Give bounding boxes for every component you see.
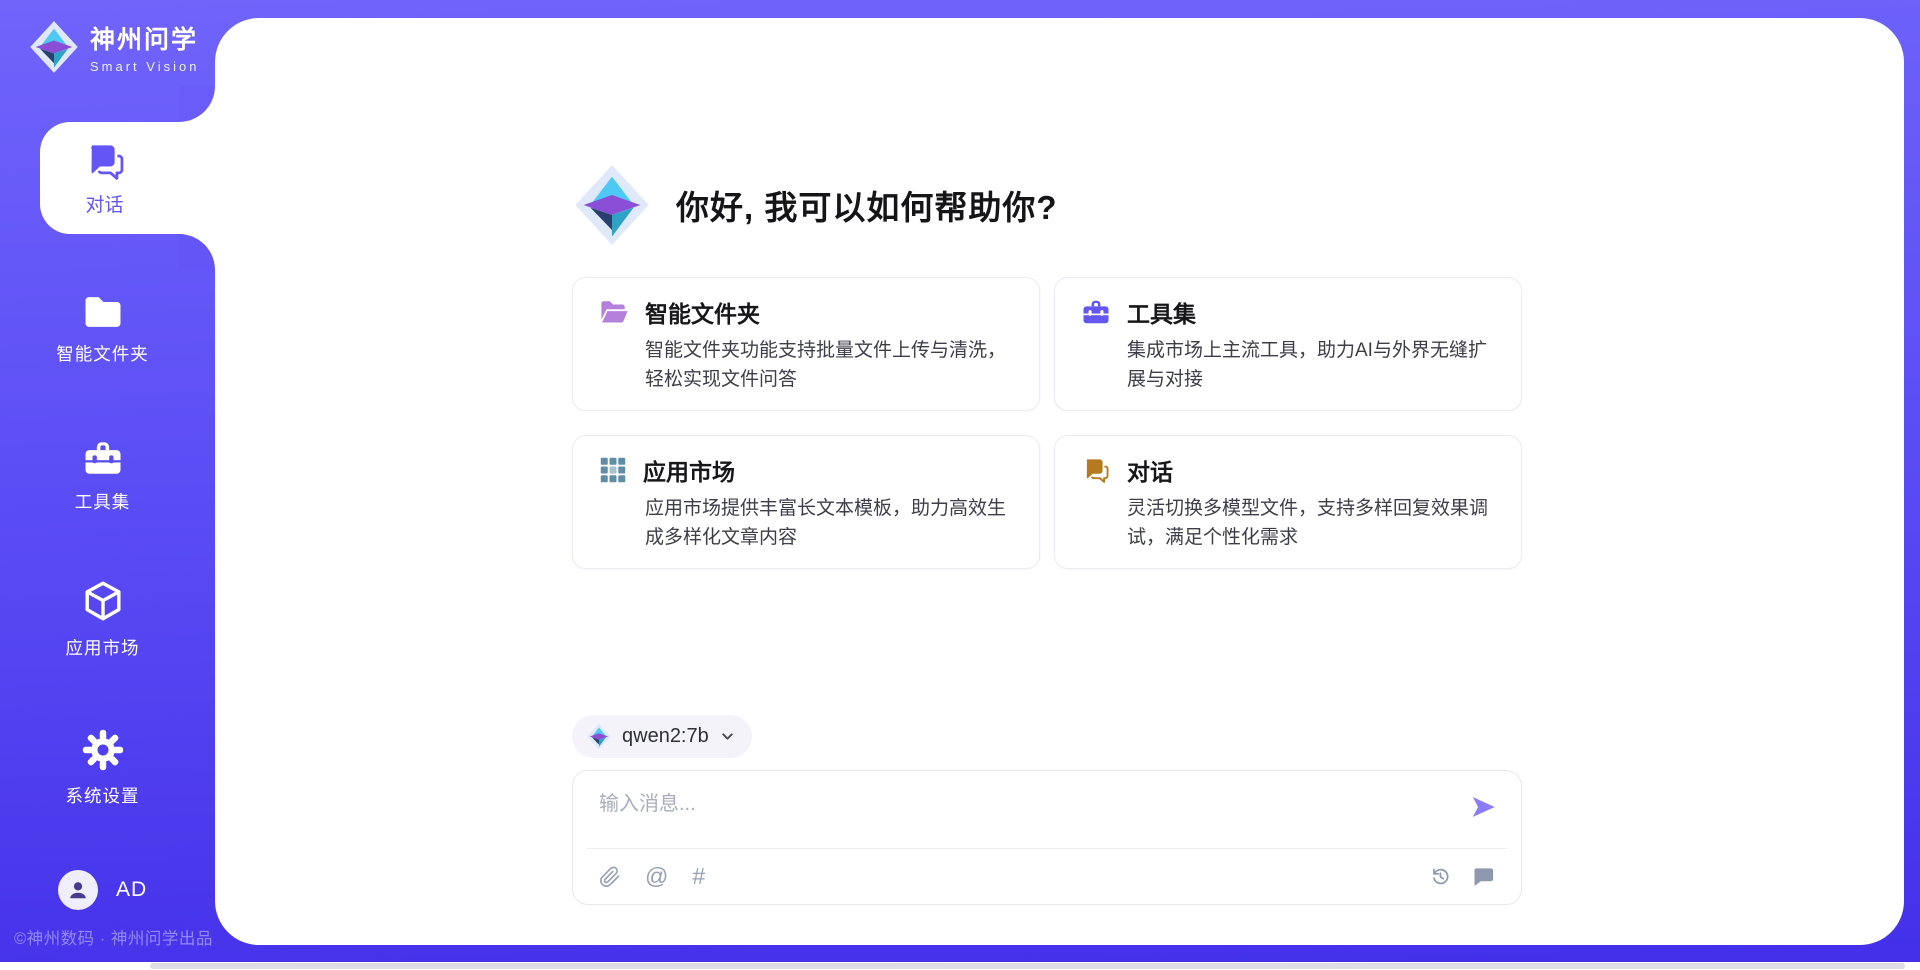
horizontal-scrollbar-thumb[interactable] xyxy=(150,963,1905,969)
sidebar-item-smart-folder[interactable]: 智能文件夹 xyxy=(0,294,205,366)
send-button[interactable] xyxy=(1469,793,1497,821)
paperclip-icon xyxy=(599,866,621,888)
main-content: 你好, 我可以如何帮助你? 智能文件夹 智能文件夹功能支持批量文件上传与清洗，轻… xyxy=(572,18,1522,945)
model-selector[interactable]: qwen2:7b xyxy=(572,715,752,758)
gear-icon xyxy=(81,728,125,772)
sidebar-item-toolset[interactable]: 工具集 xyxy=(0,438,205,514)
history-icon xyxy=(1429,865,1452,888)
at-icon[interactable]: @ xyxy=(645,865,668,888)
person-icon xyxy=(67,879,89,901)
attach-file-button[interactable] xyxy=(599,866,621,888)
user-profile[interactable]: AD xyxy=(58,870,147,910)
brand-diamond-icon xyxy=(28,20,80,74)
app-grid-icon xyxy=(599,456,627,484)
folder-icon xyxy=(82,294,124,330)
card-description: 智能文件夹功能支持批量文件上传与清洗，轻松实现文件问答 xyxy=(645,337,1013,394)
toolbox-icon xyxy=(1081,298,1111,326)
avatar xyxy=(58,870,98,910)
chat-bubble-button[interactable] xyxy=(1472,865,1495,888)
sidebar-item-settings[interactable]: 系统设置 xyxy=(0,728,205,808)
card-description: 集成市场上主流工具，助力AI与外界无缝扩展与对接 xyxy=(1127,337,1495,394)
card-title: 工具集 xyxy=(1127,295,1196,329)
history-button[interactable] xyxy=(1429,865,1452,888)
chat-bubble-icon xyxy=(1472,865,1495,888)
sidebar-item-label: 应用市场 xyxy=(66,635,140,660)
sidebar-item-chat[interactable]: 对话 xyxy=(40,122,215,234)
cube-icon xyxy=(80,578,126,624)
user-initials: AD xyxy=(116,878,147,902)
app-window: 神州问学 Smart Vision 对话 智能文件夹 xyxy=(0,0,1920,970)
card-title: 对话 xyxy=(1127,453,1173,487)
message-input[interactable] xyxy=(599,787,1451,839)
chat-icon xyxy=(1081,455,1111,485)
model-name: qwen2:7b xyxy=(622,725,709,748)
sidebar-item-label: 系统设置 xyxy=(66,783,140,808)
sidebar-item-app-market[interactable]: 应用市场 xyxy=(0,578,205,660)
hash-icon[interactable]: # xyxy=(692,865,705,888)
horizontal-scrollbar-track xyxy=(0,962,1920,970)
sidebar: 神州问学 Smart Vision 对话 智能文件夹 xyxy=(0,0,215,970)
sidebar-item-label: 对话 xyxy=(85,190,123,217)
card-title: 智能文件夹 xyxy=(645,295,760,329)
brand-diamond-icon xyxy=(572,163,652,247)
card-description: 灵活切换多模型文件，支持多样回复效果调试，满足个性化需求 xyxy=(1127,495,1495,552)
tab-fillet-bottom xyxy=(179,234,215,270)
brand-logo: 神州问学 Smart Vision xyxy=(28,20,199,74)
toolbox-icon xyxy=(82,438,124,478)
sidebar-item-label: 工具集 xyxy=(75,489,131,514)
message-input-box: @ # xyxy=(572,770,1522,905)
brand-diamond-icon xyxy=(586,723,612,750)
greeting-row: 你好, 我可以如何帮助你? xyxy=(572,163,1522,247)
card-title: 应用市场 xyxy=(643,453,735,487)
brand-subtitle: Smart Vision xyxy=(90,59,199,74)
chat-icon xyxy=(83,139,127,183)
card-smart-folder[interactable]: 智能文件夹 智能文件夹功能支持批量文件上传与清洗，轻松实现文件问答 xyxy=(572,277,1040,411)
card-app-market[interactable]: 应用市场 应用市场提供丰富长文本模板，助力高效生成多样化文章内容 xyxy=(572,435,1040,569)
card-chat[interactable]: 对话 灵活切换多模型文件，支持多样回复效果调试，满足个性化需求 xyxy=(1054,435,1522,569)
tab-fillet-top xyxy=(179,86,215,122)
brand-name: 神州问学 xyxy=(90,20,199,56)
chevron-down-icon xyxy=(719,728,736,745)
composer-toolbar: @ # xyxy=(599,849,1495,904)
feature-cards: 智能文件夹 智能文件夹功能支持批量文件上传与清洗，轻松实现文件问答 工具 xyxy=(572,277,1522,569)
sidebar-item-label: 智能文件夹 xyxy=(56,341,149,366)
folder-open-icon xyxy=(599,298,629,326)
send-icon xyxy=(1469,793,1497,821)
copyright-footer: ©神州数码 · 神州问学出品 xyxy=(14,925,213,949)
composer-area: qwen2:7b xyxy=(572,715,1522,905)
greeting-title: 你好, 我可以如何帮助你? xyxy=(676,181,1058,229)
card-description: 应用市场提供丰富长文本模板，助力高效生成多样化文章内容 xyxy=(645,495,1013,552)
main-content-card: 你好, 我可以如何帮助你? 智能文件夹 智能文件夹功能支持批量文件上传与清洗，轻… xyxy=(215,18,1904,945)
card-toolset[interactable]: 工具集 集成市场上主流工具，助力AI与外界无缝扩展与对接 xyxy=(1054,277,1522,411)
